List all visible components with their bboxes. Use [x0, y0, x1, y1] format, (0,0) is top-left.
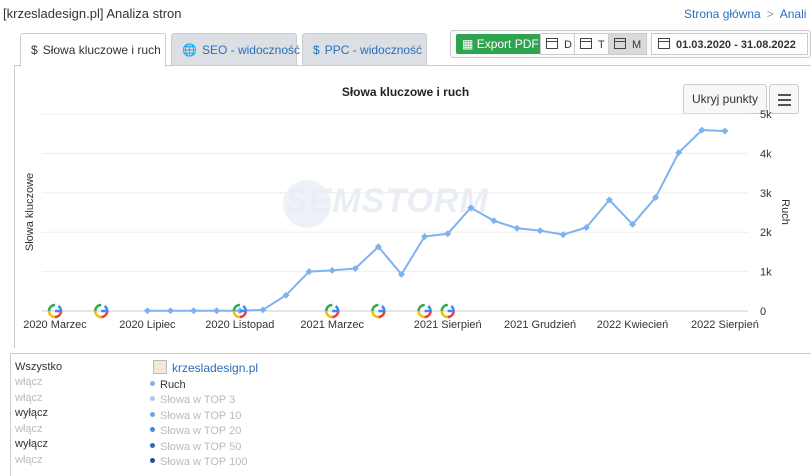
legend-dot-icon [150, 443, 155, 448]
x-tick-label: 2021 Marzec [300, 319, 364, 331]
x-tick-label: 2021 Grudzień [504, 319, 576, 331]
series-ruch [143, 126, 729, 315]
y-axis-right-label: Ruch [779, 199, 791, 225]
y-tick-label: 1k [760, 267, 772, 279]
x-tick-label: 2020 Marzec [23, 319, 87, 331]
legend-dot-icon [150, 458, 155, 463]
data-point [213, 307, 221, 315]
legend-item-top20[interactable]: Słowa w TOP 20 [150, 425, 241, 437]
x-tick-label: 2021 Sierpień [414, 319, 482, 331]
legend-all-label: Wszystko [15, 361, 63, 373]
legend-item-top3[interactable]: Słowa w TOP 3 [150, 394, 235, 406]
data-point [167, 307, 174, 315]
y-axis-left-label: Słowa kluczowe [24, 173, 36, 251]
legend-dot-icon [150, 427, 155, 432]
x-axis: 2020 Marzec 2020 Lipiec 2020 Listopad 2021 … [23, 319, 759, 331]
site-link[interactable]: krzesladesign.pl [153, 360, 258, 375]
y-tick-label: 3k [760, 188, 772, 200]
legend-dot-icon [150, 381, 155, 386]
legend-dot-icon [150, 412, 155, 417]
data-point [513, 224, 521, 232]
legend-toggle[interactable]: włącz [15, 376, 43, 388]
y-axis-right: 0 1k 2k 3k 4k 5k [760, 109, 772, 318]
data-point [190, 307, 198, 315]
data-point [143, 307, 151, 315]
legend-dot-icon [150, 396, 155, 401]
legend-toggle[interactable]: wyłącz [15, 438, 48, 450]
dollar-icon: $ [31, 43, 38, 57]
legend-item-top50[interactable]: Słowa w TOP 50 [150, 441, 241, 453]
y-tick-label: 5k [760, 109, 772, 121]
site-name: krzesladesign.pl [172, 361, 259, 375]
data-point [721, 127, 729, 135]
legend-toggle[interactable]: włącz [15, 423, 43, 435]
legend-toggle[interactable]: włącz [15, 392, 43, 404]
site-favicon-icon [153, 360, 167, 374]
legend-toggle[interactable]: wyłącz [15, 407, 48, 419]
series-line [147, 129, 725, 312]
legend-item-ruch[interactable]: Ruch [150, 379, 186, 391]
legend-panel [10, 353, 811, 476]
y-tick-label: 2k [760, 227, 772, 239]
x-tick-label: 2020 Listopad [205, 319, 274, 331]
tab-keywords-traffic[interactable]: $ Słowa kluczowe i ruch [20, 33, 166, 67]
x-tick-label: 2022 Kwiecień [597, 319, 669, 331]
y-tick-label: 4k [760, 148, 772, 160]
legend-toggle[interactable]: włącz [15, 454, 43, 466]
x-tick-label: 2022 Sierpień [691, 319, 759, 331]
tab-label: Słowa kluczowe i ruch [42, 43, 161, 57]
y-tick-label: 0 [760, 306, 766, 318]
legend-item-top10[interactable]: Słowa w TOP 10 [150, 410, 241, 422]
x-tick-label: 2020 Lipiec [119, 319, 176, 331]
data-point [536, 227, 544, 235]
legend-item-top100[interactable]: Słowa w TOP 100 [150, 456, 247, 468]
data-point [328, 266, 336, 274]
